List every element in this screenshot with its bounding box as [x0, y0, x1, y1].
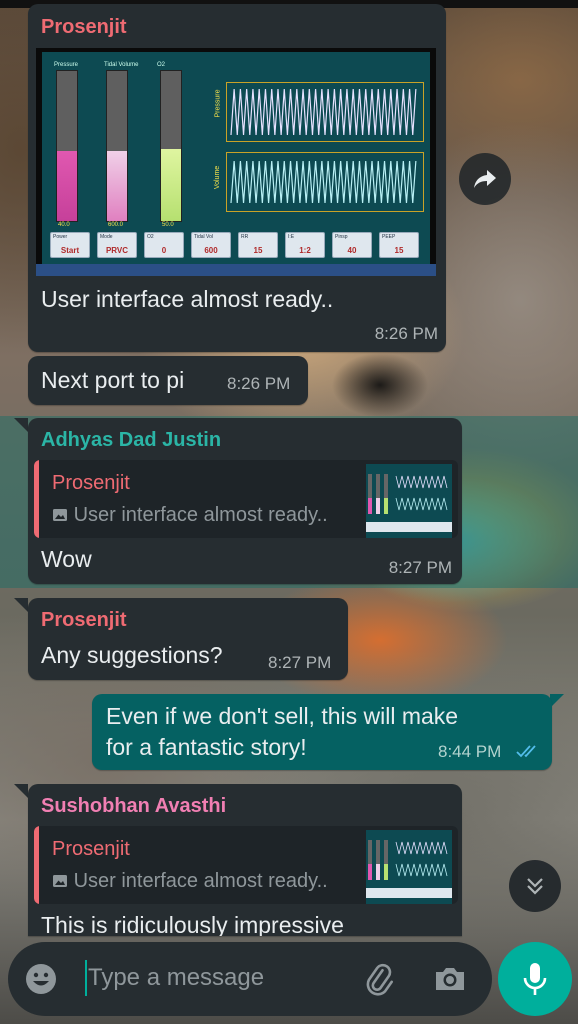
forward-arrow-icon [474, 170, 496, 188]
screenshot-control-button: Mode PRVC [97, 232, 137, 258]
message-bubble-1[interactable]: Prosenjit Pressure Tidal Volume O2 40.0 … [28, 4, 446, 352]
control-value: 0 [161, 246, 167, 255]
gauge-value: 50.0 [162, 222, 174, 228]
message-time: 8:27 PM [268, 653, 332, 672]
control-label: RR [241, 234, 249, 240]
quoted-text-row: User interface almost ready.. [52, 870, 328, 893]
double-chevron-down-icon [527, 878, 543, 895]
control-label: Power [53, 234, 68, 240]
quoted-thumbnail [366, 464, 452, 538]
screenshot-control-button: Power Start [50, 232, 90, 258]
screenshot-control-button: I:E 1:2 [285, 232, 325, 258]
gauge-label: Tidal Volume [104, 62, 139, 68]
screenshot-control-button: Pinsp 40 [332, 232, 372, 258]
bubble-tail [14, 784, 28, 798]
screenshot-control-button: PEEP 15 [379, 232, 419, 258]
message-bubble-2[interactable]: Next port to pi 8:26 PM [28, 356, 308, 405]
ventilator-ui-screenshot: Pressure Tidal Volume O2 40.0 600.0 50.0 [42, 52, 430, 264]
message-text-line-2: for a fantastic story! [106, 734, 307, 760]
message-time: 8:44 PM [438, 742, 502, 761]
message-time: 8:26 PM [227, 374, 291, 393]
image-attachment[interactable]: Pressure Tidal Volume O2 40.0 600.0 50.0 [36, 48, 436, 276]
pressure-plot [226, 82, 424, 142]
camera-icon [436, 968, 464, 990]
message-time: 8:27 PM [388, 558, 452, 577]
message-text: User interface almost ready.. [41, 286, 334, 312]
control-value: PRVC [105, 246, 129, 255]
message-bubble-5[interactable]: Even if we don't sell, this will make fo… [92, 694, 552, 770]
quoted-text: User interface almost ready.. [73, 504, 328, 526]
forward-button[interactable] [459, 153, 511, 205]
text-caret [85, 960, 87, 996]
voice-message-button[interactable] [498, 942, 572, 1016]
volume-plot [226, 152, 424, 212]
pressure-gauge [56, 70, 78, 222]
control-value: 600 [204, 246, 218, 255]
bubble-tail [550, 694, 564, 708]
o2-gauge [160, 70, 182, 222]
attach-button[interactable] [362, 962, 396, 996]
image-icon [53, 509, 67, 521]
control-label: Mode [100, 234, 113, 240]
message-text: Any suggestions? [41, 642, 223, 668]
message-text: This is ridiculously impressive [41, 912, 344, 936]
quoted-sender: Prosenjit [52, 472, 130, 494]
control-label: I:E [288, 234, 295, 240]
message-composer: Type a message [8, 942, 492, 1016]
quoted-message[interactable]: Prosenjit User interface almost ready.. [34, 460, 458, 538]
image-icon [53, 875, 67, 887]
message-text: Next port to pi [41, 367, 185, 393]
scroll-to-bottom-button[interactable] [509, 860, 561, 912]
message-bubble-3[interactable]: Adhyas Dad Justin Prosenjit User interfa… [28, 418, 462, 584]
message-bubble-4[interactable]: Prosenjit Any suggestions? 8:27 PM [28, 598, 348, 680]
sender-name: Prosenjit [41, 609, 127, 631]
message-bubble-6[interactable]: Sushobhan Avasthi Prosenjit User interfa… [28, 784, 462, 936]
quoted-sender: Prosenjit [52, 838, 130, 860]
double-check-icon [516, 745, 536, 758]
sender-name: Adhyas Dad Justin [41, 429, 222, 451]
message-time: 8:26 PM [374, 324, 438, 343]
screenshot-control-button: O2 0 [144, 232, 184, 258]
screenshot-control-button: Tidal Vol 600 [191, 232, 231, 258]
message-text-line-1: Even if we don't sell, this will make [106, 703, 459, 729]
bubble-tail [14, 598, 28, 612]
control-value: 15 [394, 246, 404, 255]
tidal-volume-gauge [106, 70, 128, 222]
camera-button[interactable] [432, 962, 468, 996]
control-value: Start [60, 246, 80, 255]
screenshot-control-button: RR 15 [238, 232, 278, 258]
plot-label: Pressure [214, 89, 222, 118]
paperclip-icon [366, 963, 393, 996]
emoji-button[interactable] [24, 962, 58, 996]
gauge-label: O2 [157, 62, 166, 68]
message-text: Wow [41, 546, 92, 572]
control-value: 40 [347, 246, 357, 255]
emoji-icon [26, 964, 56, 994]
control-label: Pinsp [335, 234, 348, 240]
control-label: O2 [147, 234, 154, 240]
gauge-label: Pressure [54, 62, 79, 68]
sender-name: Sushobhan Avasthi [41, 795, 227, 817]
quoted-thumbnail [366, 830, 452, 904]
control-value: 1:2 [299, 246, 311, 255]
gauge-value: 40.0 [58, 222, 70, 228]
quoted-text-row: User interface almost ready.. [52, 504, 328, 527]
sender-name: Prosenjit [41, 16, 127, 38]
control-value: 15 [253, 246, 263, 255]
microphone-icon [523, 963, 547, 995]
control-label: Tidal Vol [194, 234, 213, 240]
taskbar [36, 264, 436, 276]
plot-label: Volume [214, 165, 222, 190]
quoted-message[interactable]: Prosenjit User interface almost ready.. [34, 826, 458, 904]
control-label: PEEP [382, 234, 396, 240]
message-input[interactable]: Type a message [88, 964, 264, 992]
quoted-text: User interface almost ready.. [73, 870, 328, 892]
gauge-value: 600.0 [108, 222, 124, 228]
bubble-tail [14, 418, 28, 432]
